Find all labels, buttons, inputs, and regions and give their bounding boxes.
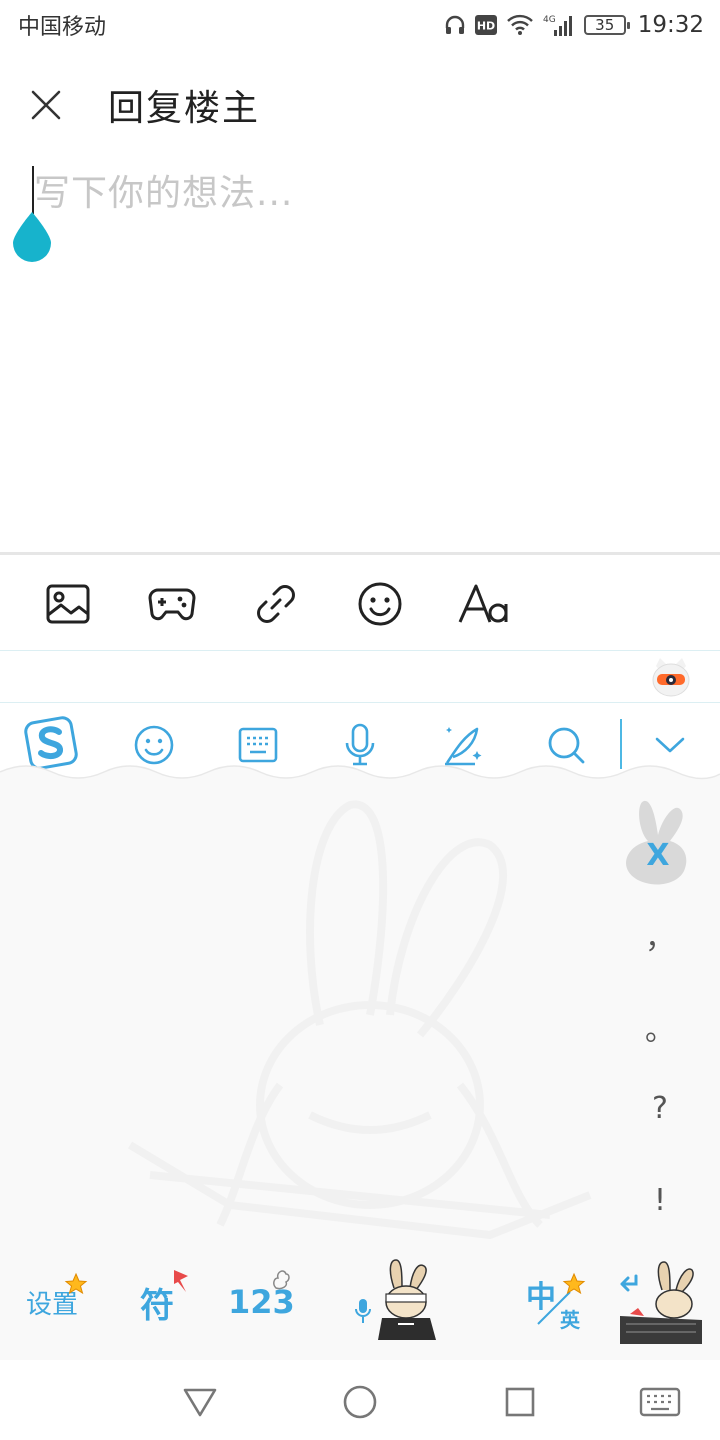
signal-icon: 4G xyxy=(542,13,576,37)
space-key[interactable] xyxy=(354,1258,440,1342)
symbols-key-label: 符 xyxy=(140,1285,174,1326)
recents-square-icon xyxy=(505,1387,535,1417)
nav-back-button[interactable] xyxy=(178,1380,222,1424)
link-icon xyxy=(257,585,295,623)
puff-badge-icon xyxy=(273,1270,290,1290)
editor-divider xyxy=(0,552,720,555)
numbers-key[interactable]: 123 xyxy=(228,1270,295,1334)
symbols-key[interactable]: 符 xyxy=(140,1270,188,1334)
format-toolbar xyxy=(0,556,720,650)
network-type: 4G xyxy=(543,15,556,25)
microphone-icon xyxy=(355,1299,371,1323)
text-format-icon xyxy=(458,584,508,623)
flag-badge-icon xyxy=(174,1270,188,1292)
rabbit-watermark-icon xyxy=(127,800,592,1239)
svg-text:HD: HD xyxy=(477,20,495,33)
image-icon xyxy=(46,584,90,624)
system-nav-bar xyxy=(0,1360,720,1440)
close-button[interactable] xyxy=(0,62,92,148)
comma-key[interactable]: ， xyxy=(630,913,690,957)
period-key[interactable]: 。 xyxy=(630,1005,690,1049)
status-icons: HD 4G 35 19:32 xyxy=(444,12,704,38)
delete-key[interactable]: X xyxy=(620,791,700,887)
editor-placeholder: 写下你的想法... xyxy=(34,173,294,214)
exclamation-key[interactable]: ! xyxy=(630,1183,690,1218)
cursor-handle-icon[interactable] xyxy=(11,210,53,264)
home-circle-icon xyxy=(343,1385,377,1419)
rabbit-mascot-icon xyxy=(378,1259,436,1340)
status-bar: 中国移动 HD 4G 35 19:32 xyxy=(0,0,720,50)
delete-key-label: X xyxy=(646,838,669,873)
enter-rabbit-icon xyxy=(620,1261,702,1344)
back-triangle-icon xyxy=(183,1388,217,1417)
page-title: 回复楼主 xyxy=(108,88,261,129)
keyboard-bottom-row: 设置 符 123 中 英 xyxy=(0,1250,720,1350)
emoji-icon xyxy=(358,582,402,626)
enter-key[interactable] xyxy=(618,1260,704,1346)
nav-recents-button[interactable] xyxy=(498,1380,542,1424)
nav-home-button[interactable] xyxy=(338,1380,382,1424)
insert-image-button[interactable] xyxy=(42,578,94,630)
battery-level: 35 xyxy=(595,16,615,34)
question-key[interactable]: ? xyxy=(630,1091,690,1126)
star-badge-icon xyxy=(562,1272,586,1295)
insert-link-button[interactable] xyxy=(250,578,302,630)
handwriting-icon xyxy=(445,727,482,766)
hd-icon: HD xyxy=(474,14,498,36)
wifi-icon xyxy=(506,14,534,36)
keyboard-icon xyxy=(238,727,278,763)
text-format-button[interactable] xyxy=(458,578,510,630)
reply-editor[interactable]: 写下你的想法... xyxy=(0,160,720,552)
keyboard-toggle-icon xyxy=(639,1387,681,1417)
settings-key[interactable]: 设置 xyxy=(26,1270,88,1334)
microphone-icon xyxy=(345,723,375,766)
star-badge-icon xyxy=(64,1272,88,1295)
emoji-icon xyxy=(134,725,174,765)
ime-candidate-strip xyxy=(0,651,720,703)
language-alt-label: 英 xyxy=(560,1308,580,1332)
ime-mascot-icon[interactable] xyxy=(650,656,692,698)
collapse-chevron-icon xyxy=(655,737,685,753)
clock: 19:32 xyxy=(637,12,704,38)
insert-emoji-button[interactable] xyxy=(354,578,406,630)
headphones-icon xyxy=(444,14,466,36)
search-icon xyxy=(548,727,585,764)
insert-game-button[interactable] xyxy=(146,578,198,630)
gamepad-icon xyxy=(148,588,196,621)
nav-keyboard-button[interactable] xyxy=(638,1380,682,1424)
header: 回复楼主 xyxy=(0,62,720,148)
battery-icon: 35 xyxy=(583,15,630,35)
text-caret xyxy=(32,166,34,214)
carrier-name: 中国移动 xyxy=(18,15,107,40)
close-icon xyxy=(31,90,61,120)
